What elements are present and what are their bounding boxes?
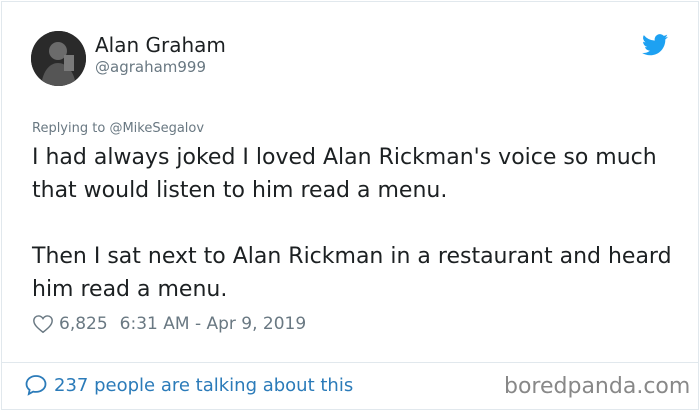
tweet-paragraph: Then I sat next to Alan Rickman in a res… <box>32 244 672 302</box>
watermark: boredpanda.com <box>504 374 691 399</box>
speech-bubble-icon <box>25 375 47 396</box>
twitter-bird-icon[interactable] <box>642 34 668 56</box>
reply-prefix: Replying to <box>32 121 106 136</box>
avatar[interactable] <box>31 31 86 86</box>
tweet-paragraph: I had always joked I loved Alan Rickman'… <box>32 145 657 203</box>
reply-mention-link[interactable]: @MikeSegalov <box>109 121 204 136</box>
tweet-timestamp[interactable]: 6:31 AM - Apr 9, 2019 <box>120 314 307 334</box>
heart-icon[interactable] <box>32 313 54 335</box>
conversation-count-label[interactable]: 237 people are talking about this <box>54 375 353 396</box>
tweet-meta: 6,825 6:31 AM - Apr 9, 2019 <box>32 311 306 337</box>
like-count[interactable]: 6,825 <box>59 314 108 334</box>
divider <box>1 362 699 363</box>
conversation-link[interactable]: 237 people are talking about this <box>24 372 353 398</box>
author-display-name[interactable]: Alan Graham <box>95 33 226 57</box>
tweet-text: I had always joked I loved Alan Rickman'… <box>32 141 672 306</box>
reply-context: Replying to @MikeSegalov <box>32 121 204 136</box>
author-handle[interactable]: @agraham999 <box>95 58 206 76</box>
